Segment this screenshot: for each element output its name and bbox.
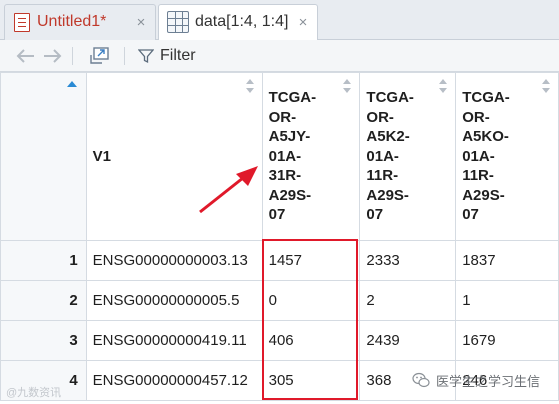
data-viewer-window: Untitled1* × data[1:4, 1:4] × Filter V1 … [0,0,559,404]
table-cell[interactable]: 1 [455,280,559,321]
tab-label: Untitled1* [37,13,107,30]
sort-icon[interactable] [343,79,352,93]
sort-icon[interactable] [245,79,254,93]
popout-icon[interactable] [88,46,112,66]
table-row[interactable]: 1 ENSG00000000003.13 1457 2333 1837 [0,240,559,281]
column-header-label: TCGA- OR- A5KO- 01A- 11R- A29S- 07 [462,88,510,224]
table-row[interactable]: 2 ENSG00000000005.5 0 2 1 [0,280,559,321]
filter-button[interactable]: Filter [138,46,208,66]
table-cell[interactable]: 305 [261,360,361,401]
table-cell[interactable]: 1837 [455,240,559,281]
column-header[interactable]: TCGA- OR- A5KO- 01A- 11R- A29S- 07 [455,72,559,241]
document-icon [14,13,30,32]
tab-bar: Untitled1* × data[1:4, 1:4] × [0,0,559,41]
wechat-icon [412,372,430,388]
sort-ascending-icon[interactable] [67,81,77,87]
header-row: V1 TCGA- OR- A5JY- 01A- 31R- A29S- 07 TC… [0,72,559,241]
close-icon[interactable]: × [133,15,149,31]
table-cell[interactable]: 406 [261,320,361,361]
filter-icon [138,49,154,64]
close-icon[interactable]: × [295,15,311,31]
table-cell[interactable]: ENSG00000000457.12 [85,360,263,401]
back-arrow-icon[interactable] [16,46,36,66]
table-cell[interactable]: 2 [359,280,457,321]
sort-icon[interactable] [439,79,448,93]
data-table: V1 TCGA- OR- A5JY- 01A- 31R- A29S- 07 TC… [0,72,559,401]
table-cell[interactable]: ENSG00000000419.11 [85,320,263,361]
table-cell[interactable]: 2333 [359,240,457,281]
column-header-label: TCGA- OR- A5K2- 01A- 11R- A29S- 07 [366,88,414,224]
column-header-label: V1 [92,147,112,165]
column-header[interactable]: TCGA- OR- A5JY- 01A- 31R- A29S- 07 [261,72,361,241]
forward-arrow-icon[interactable] [42,46,62,66]
tab-label: data[1:4, 1:4] [195,13,289,30]
row-number: 2 [0,280,87,321]
table-cell[interactable]: ENSG00000000005.5 [85,280,263,321]
table-cell[interactable]: 2439 [359,320,457,361]
column-header[interactable]: V1 [85,72,263,241]
toolbar-divider [124,47,125,65]
toolbar-divider [72,47,73,65]
table-cell[interactable]: 0 [261,280,361,321]
data-grid: V1 TCGA- OR- A5JY- 01A- 31R- A29S- 07 TC… [0,72,559,404]
sort-icon[interactable] [542,79,550,93]
filter-label: Filter [160,47,196,64]
row-number: 3 [0,320,87,361]
grid-icon [167,11,189,33]
table-cell[interactable]: 1457 [261,240,361,281]
row-number: 1 [0,240,87,281]
watermark-text: 医学生之学习生信 [436,373,541,389]
table-cell[interactable]: ENSG00000000003.13 [85,240,263,281]
tab-untitled1[interactable]: Untitled1* × [4,4,156,40]
row-number-header[interactable] [0,72,87,241]
watermark-right: 医学生之学习生信 [412,370,540,390]
table-cell[interactable]: 1679 [455,320,559,361]
viewer-toolbar: Filter [0,40,559,72]
column-header[interactable]: TCGA- OR- A5K2- 01A- 11R- A29S- 07 [359,72,457,241]
table-row[interactable]: 3 ENSG00000000419.11 406 2439 1679 [0,320,559,361]
tab-data-view[interactable]: data[1:4, 1:4] × [158,4,318,41]
watermark-left: @九数资讯 [6,387,62,399]
column-header-label: TCGA- OR- A5JY- 01A- 31R- A29S- 07 [268,88,317,224]
